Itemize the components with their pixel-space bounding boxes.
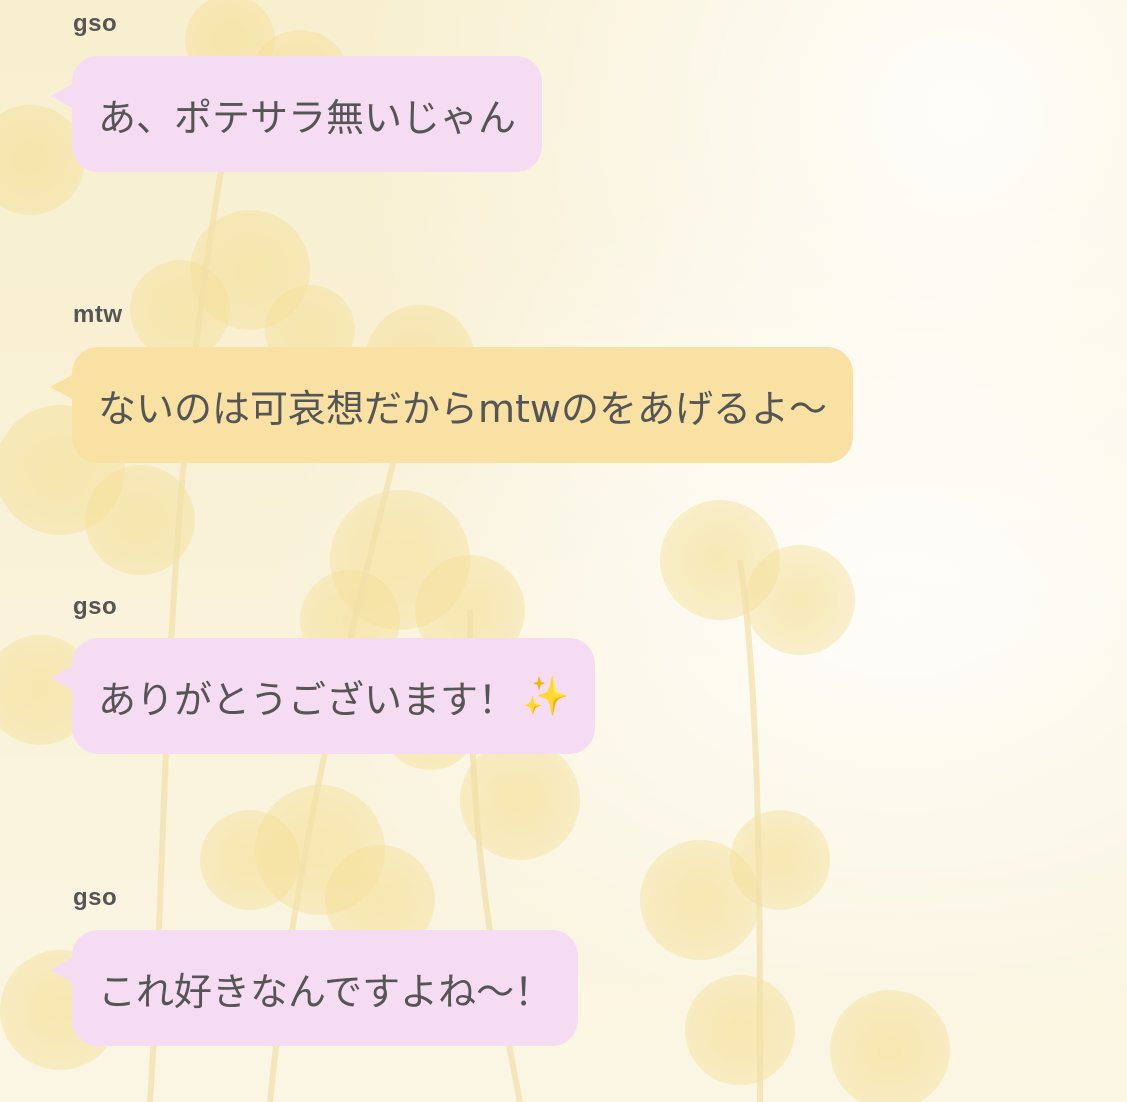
sender-name: gso — [73, 593, 118, 620]
chat-message-list: gso あ、ポテサラ無いじゃん mtw ないのは可哀想だからmtwのをあげるよ〜… — [0, 0, 1127, 1102]
message-text: あ、ポテサラ無いじゃん — [98, 95, 517, 140]
message-text: ありがとうございます！ — [98, 677, 517, 722]
sender-name: mtw — [73, 301, 123, 328]
message-bubble[interactable]: ないのは可哀想だからmtwのをあげるよ〜 — [72, 347, 853, 463]
sparkles-icon: ✨ — [522, 673, 570, 718]
message-text: ないのは可哀想だからmtwのをあげるよ〜 — [98, 386, 827, 431]
sender-name: gso — [73, 10, 118, 37]
message-bubble[interactable]: これ好きなんですよね〜！ — [72, 930, 579, 1046]
message-text: これ好きなんですよね〜！ — [98, 969, 553, 1014]
sender-name: gso — [73, 884, 118, 911]
message-bubble[interactable]: ありがとうございます！ ✨ — [72, 638, 596, 754]
message-bubble[interactable]: あ、ポテサラ無いじゃん — [72, 56, 543, 172]
